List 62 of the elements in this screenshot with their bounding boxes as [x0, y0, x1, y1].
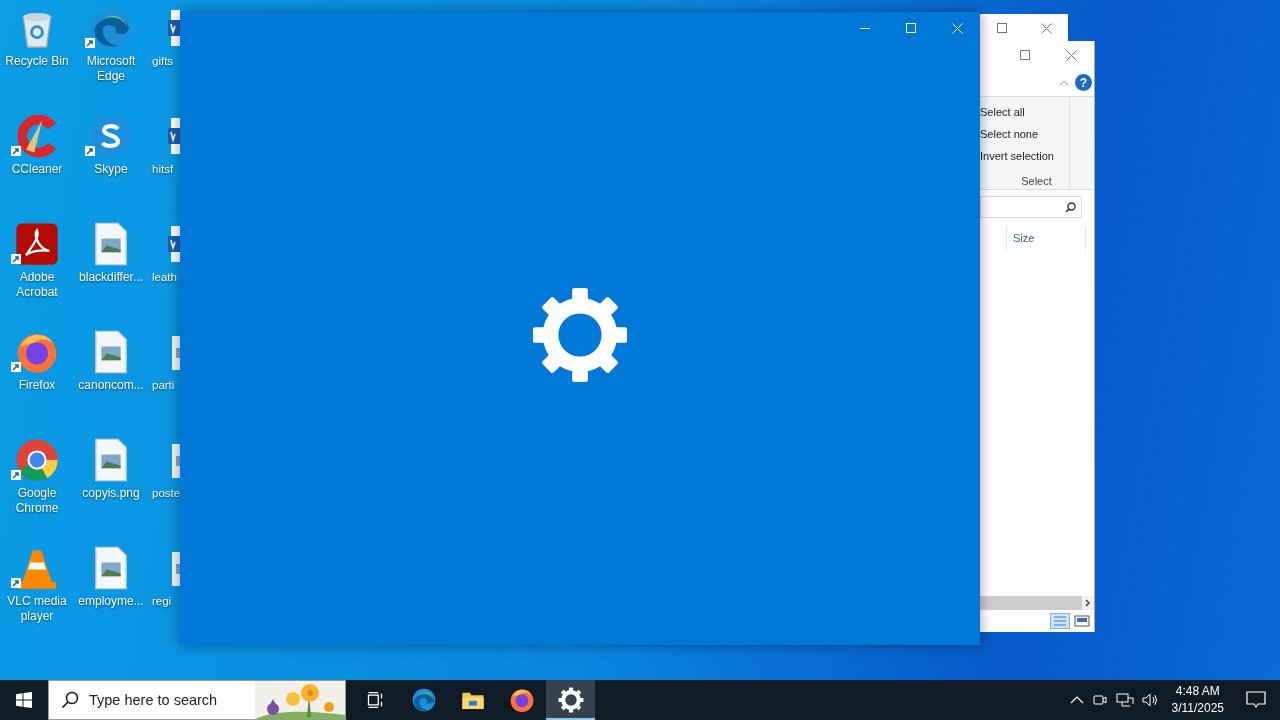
ribbon-item[interactable]: Invert selection: [980, 145, 1069, 167]
skype-icon: [89, 114, 133, 158]
taskbar-search-box[interactable]: Type here to search: [48, 680, 346, 720]
clock-date[interactable]: 3/11/2025: [1171, 700, 1224, 717]
close-icon: [951, 22, 963, 34]
search-icon: [61, 691, 79, 709]
shortcut-arrow-icon: [11, 254, 21, 264]
ribbon-item[interactable]: Select none: [980, 123, 1069, 145]
column-header[interactable]: Size: [1007, 226, 1086, 250]
minimize-icon: [860, 27, 870, 29]
icon-label[interactable]: employme...: [78, 594, 144, 609]
speech-bubble-icon: [1246, 691, 1266, 709]
search-field[interactable]: Type here to search: [89, 681, 259, 719]
shortcut-arrow-icon: [11, 578, 21, 588]
pdf-document-icon: [15, 222, 59, 266]
icon-label[interactable]: parti: [152, 378, 175, 393]
network-icon[interactable]: [1115, 692, 1134, 708]
icon-label[interactable]: copyis.png: [82, 486, 140, 501]
edge-icon: [410, 687, 437, 713]
clock-time[interactable]: 4:48 AM: [1175, 683, 1220, 700]
ccleaner-icon: [15, 114, 59, 158]
camera-icon[interactable]: [1091, 692, 1108, 708]
search-icon: [1065, 201, 1076, 213]
shortcut-arrow-icon: [85, 38, 95, 48]
windows-logo-icon: [16, 692, 32, 708]
icon-label[interactable]: Google Chrome: [1, 486, 73, 516]
gear-icon: [531, 285, 629, 384]
close-icon: [1065, 49, 1077, 61]
icon-label[interactable]: Adobe Acrobat: [1, 270, 73, 300]
firefox-icon: [508, 687, 535, 713]
icon-label[interactable]: Microsoft Edge: [75, 54, 147, 84]
icon-label[interactable]: poste: [152, 486, 181, 501]
icon-label[interactable]: regi: [152, 594, 172, 609]
speaker-icon[interactable]: [1141, 692, 1160, 708]
shortcut-arrow-icon: [85, 146, 95, 156]
maximize-icon: [997, 23, 1007, 33]
gear-icon: [557, 687, 584, 713]
chrome-icon: [15, 438, 59, 482]
icon-label[interactable]: hitsf: [152, 162, 174, 177]
icon-label[interactable]: gifts: [152, 54, 174, 69]
taskbar-app-button[interactable]: [546, 680, 595, 720]
thumbnail-view-icon[interactable]: [1074, 614, 1090, 628]
group-label: Select: [1020, 175, 1053, 189]
maximize-icon: [1020, 50, 1030, 60]
close-icon: [1040, 22, 1052, 34]
icon-label[interactable]: Recycle Bin: [5, 54, 69, 69]
icon-label[interactable]: leath: [152, 270, 177, 285]
scrollbar-thumb[interactable]: [980, 596, 1082, 610]
icon-label[interactable]: Skype: [94, 162, 128, 177]
icon-label[interactable]: blackdiffer...: [79, 270, 143, 285]
shortcut-arrow-icon: [11, 470, 21, 480]
icon-label[interactable]: canoncom...: [78, 378, 144, 393]
icon-label[interactable]: CCleaner: [11, 162, 63, 177]
icon-label[interactable]: Firefox: [18, 378, 56, 393]
maximize-icon: [906, 23, 916, 33]
help-button[interactable]: ?: [1075, 74, 1092, 91]
search-field[interactable]: [980, 196, 1082, 218]
shortcut-arrow-icon: [11, 362, 21, 372]
icon-label[interactable]: VLC media player: [1, 594, 73, 624]
shortcut-arrow-icon: [11, 146, 21, 156]
ribbon-item[interactable]: Select all: [980, 101, 1069, 123]
edge-icon: [89, 6, 133, 50]
